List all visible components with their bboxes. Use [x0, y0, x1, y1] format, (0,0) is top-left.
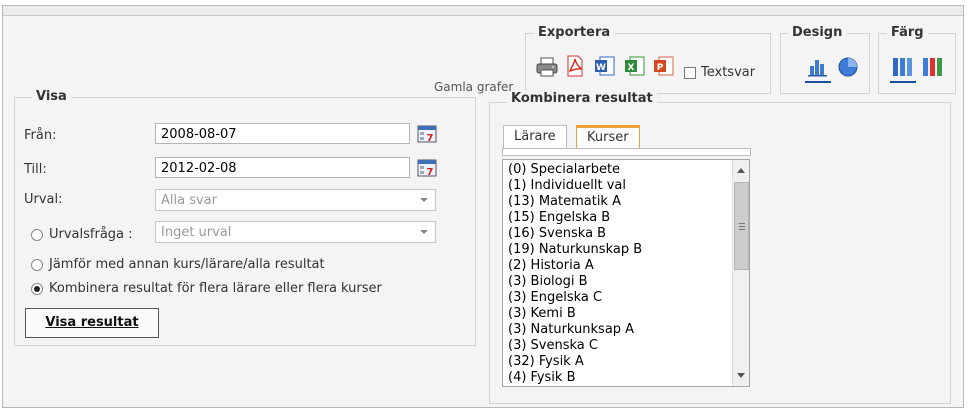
till-date-input[interactable]: 2012-02-08 [155, 157, 410, 178]
kombinera-radio[interactable] [31, 283, 43, 295]
calendar-icon[interactable]: 7 [416, 157, 438, 178]
calendar-icon[interactable]: 7 [416, 123, 438, 144]
list-item[interactable]: (32) Fysik A [508, 354, 730, 370]
design-legend: Design [788, 25, 847, 40]
scroll-grip-icon [739, 223, 745, 230]
pdf-icon[interactable] [564, 55, 586, 77]
list-item[interactable]: (2) Historia A [508, 258, 730, 274]
jamfor-radio[interactable] [31, 259, 43, 271]
export-legend: Exportera [534, 25, 615, 40]
list-item[interactable]: (3) Kemi B [508, 306, 730, 322]
textsvar-label: Textsvar [701, 65, 756, 80]
urvalsfraga-label: Urvalsfråga : [49, 227, 133, 242]
kurser-listbox[interactable]: (0) Specialarbete (1) Individuellt val (13… [502, 159, 750, 387]
list-item[interactable]: (3) Engelska C [508, 290, 730, 306]
farg-group: Färg [878, 25, 956, 94]
fran-date-input[interactable]: 2008-08-07 [155, 123, 410, 144]
visa-legend: Visa [32, 89, 71, 104]
gamla-grafer-link[interactable]: Gamla grafer [434, 80, 513, 94]
kombinera-group: Kombinera resultat Lärare Kurser (0) Spe… [489, 91, 951, 404]
scroll-up-arrow-icon[interactable] [737, 168, 745, 173]
list-item[interactable]: (3) Naturkunksap A [508, 322, 730, 338]
excel-icon[interactable]: X [624, 55, 646, 77]
list-item[interactable]: (0) Specialarbete [508, 162, 730, 178]
top-bar [3, 6, 963, 16]
fran-label: Från: [24, 128, 57, 143]
word-icon[interactable]: W [594, 55, 616, 77]
list-item[interactable]: (1) Individuellt val [508, 178, 730, 194]
chevron-down-icon [420, 230, 428, 234]
farg-selected-underline [890, 81, 916, 83]
list-item[interactable]: (3) Svenska C [508, 338, 730, 354]
jamfor-label: Jämför med annan kurs/lärare/alla result… [49, 257, 325, 272]
export-group: Exportera W X P Textsvar [525, 25, 771, 94]
bar-chart-icon[interactable] [807, 56, 829, 78]
scroll-down-arrow-icon[interactable] [737, 373, 745, 378]
visa-group: Visa Från: 2008-08-07 7 Till: 2012-02-08… [14, 89, 476, 346]
pie-chart-icon[interactable] [837, 56, 859, 78]
tab-larare[interactable]: Lärare [503, 125, 567, 149]
listbox-scrollbar[interactable] [732, 160, 749, 386]
design-selected-underline [805, 81, 831, 83]
list-item[interactable]: (3) Biologi B [508, 274, 730, 290]
scroll-thumb[interactable] [734, 182, 749, 270]
textsvar-option[interactable]: Textsvar [684, 65, 755, 80]
svg-text:P: P [657, 63, 664, 73]
svg-text:W: W [596, 63, 606, 73]
tab-kurser[interactable]: Kurser [576, 125, 640, 149]
svg-text:7: 7 [427, 167, 434, 178]
list-item[interactable]: (15) Engelska B [508, 210, 730, 226]
urval-select[interactable]: Alla svar [155, 189, 436, 211]
list-item[interactable]: (4) Fysik B [508, 370, 730, 386]
textsvar-checkbox[interactable] [684, 66, 696, 79]
urvalsfraga-radio[interactable] [31, 229, 43, 241]
svg-text:X: X [628, 63, 635, 73]
kombinera-option-label: Kombinera resultat för flera lärare elle… [49, 281, 382, 296]
kurser-list: (0) Specialarbete (1) Individuellt val (13… [503, 160, 730, 386]
farg-legend: Färg [887, 25, 928, 40]
svg-text:7: 7 [427, 133, 434, 144]
multicolor-bars-icon[interactable] [922, 56, 944, 78]
printer-icon[interactable] [536, 56, 558, 78]
urval-label: Urval: [24, 192, 63, 207]
chevron-down-icon [420, 198, 428, 202]
urvalsfraga-select[interactable]: Inget urval [155, 221, 436, 243]
till-label: Till: [24, 162, 47, 177]
list-item[interactable]: (19) Naturkunskap B [508, 242, 730, 258]
design-group: Design [780, 25, 870, 94]
list-item[interactable]: (16) Svenska B [508, 226, 730, 242]
powerpoint-icon[interactable]: P [653, 55, 675, 77]
urvalsfraga-select-value: Inget urval [161, 225, 232, 240]
list-item[interactable]: (13) Matematik A [508, 194, 730, 210]
blue-bars-icon[interactable] [892, 56, 914, 78]
kombinera-legend: Kombinera resultat [507, 91, 657, 106]
tab-panel-strip [502, 148, 751, 156]
urval-select-value: Alla svar [161, 193, 217, 208]
visa-resultat-button[interactable]: Visa resultat [25, 308, 159, 338]
